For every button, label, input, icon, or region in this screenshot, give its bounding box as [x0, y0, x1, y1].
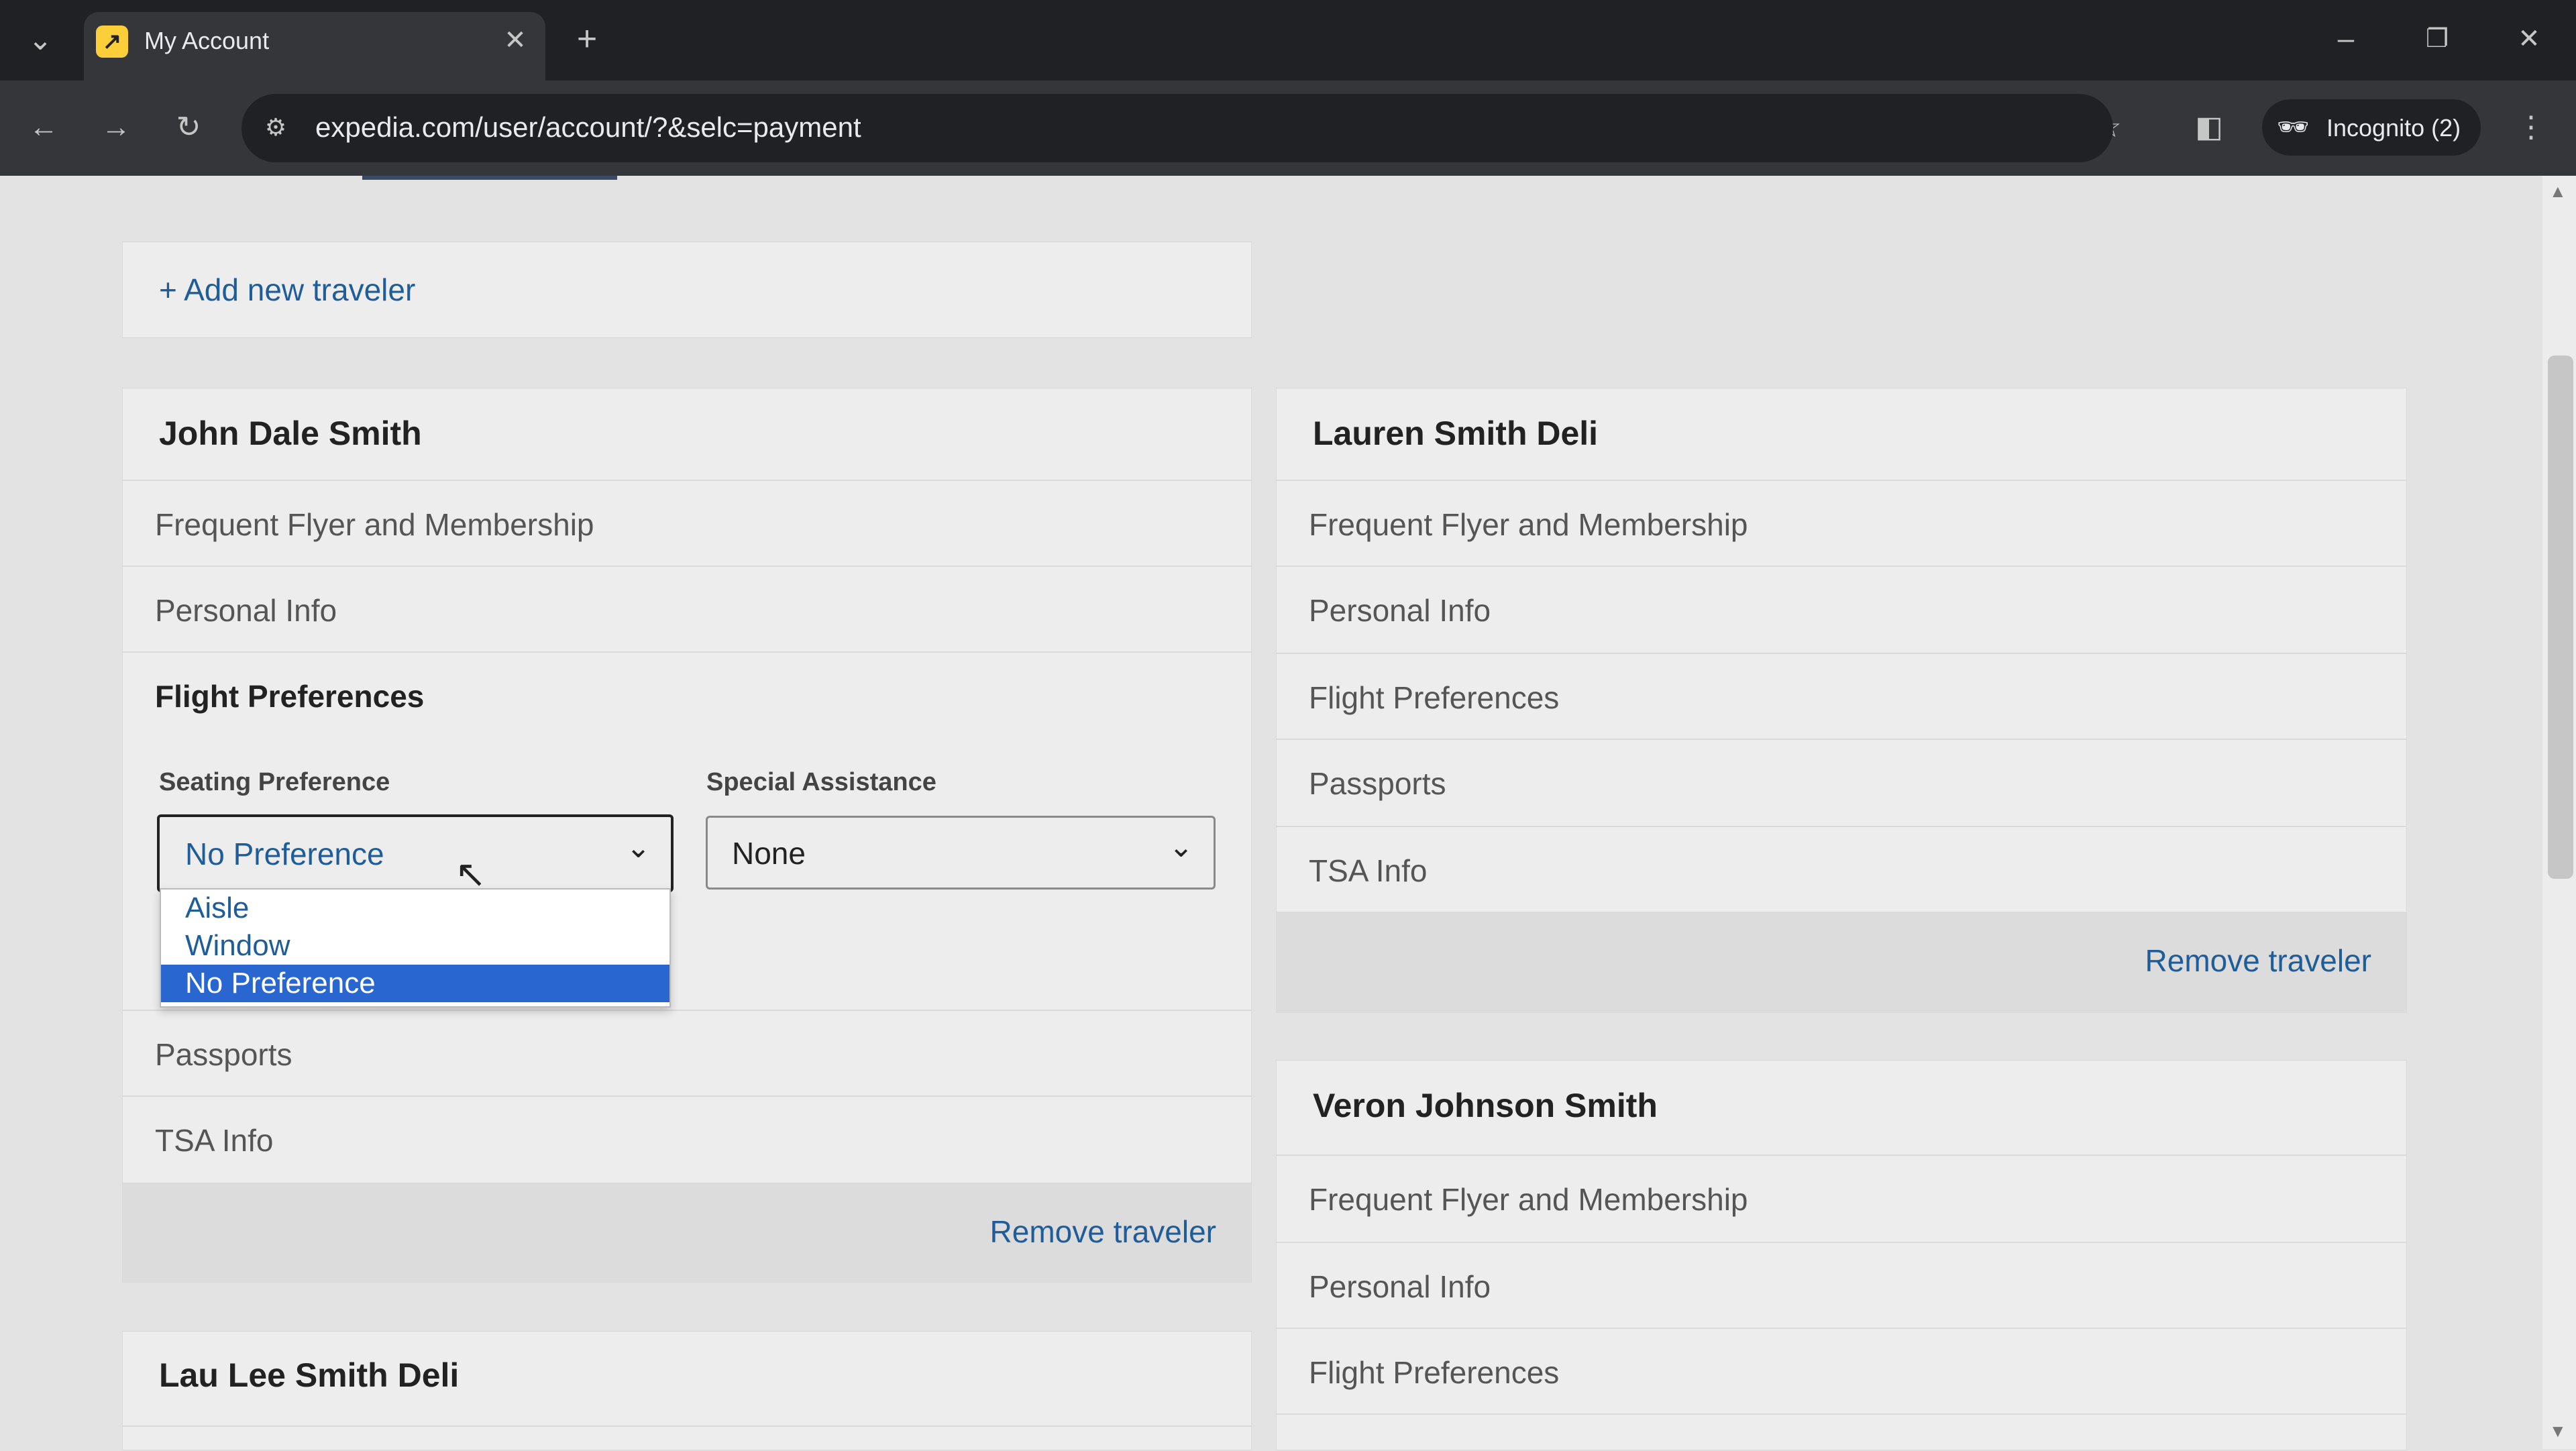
card-footer: Remove traveler	[123, 1183, 1251, 1282]
close-tab-icon[interactable]: ✕	[492, 20, 539, 60]
menu-icon[interactable]: ⋮	[2508, 107, 2555, 148]
special-assistance-select[interactable]: None ⌄	[706, 816, 1216, 890]
section-passports-partial[interactable]	[1277, 1413, 2406, 1451]
option-aisle[interactable]: Aisle	[161, 890, 669, 927]
tab-indicator	[362, 176, 617, 180]
forward-icon[interactable]: →	[93, 107, 140, 148]
scroll-up-icon[interactable]: ▲	[2549, 181, 2567, 202]
side-panel-icon[interactable]: ◧	[2186, 107, 2233, 148]
site-info-icon[interactable]: ⚙	[252, 107, 299, 148]
traveler-card-lauren: Lauren Smith Deli Frequent Flyer and Mem…	[1276, 388, 2407, 1013]
section-frequent-flyer[interactable]: Frequent Flyer and Membership	[1277, 1154, 2406, 1240]
browser-titlebar: ⌄ ↗ My Account ✕ + – ❐ ✕	[0, 0, 2576, 80]
restore-icon[interactable]: ❐	[2414, 19, 2461, 59]
section-tsa-info[interactable]: TSA Info	[123, 1095, 1251, 1181]
traveler-name: Veron Johnson Smith	[1313, 1087, 1658, 1124]
seating-preference-select[interactable]: No Preference ⌄	[157, 814, 674, 892]
section-passports[interactable]: Passports	[123, 1010, 1251, 1095]
section-tsa-info[interactable]: TSA Info	[1277, 826, 2406, 912]
card-footer: Remove traveler	[1277, 912, 2406, 1012]
traveler-name: Lau Lee Smith Deli	[159, 1356, 460, 1394]
incognito-badge[interactable]: 🕶 Incognito (2)	[2262, 99, 2481, 156]
incognito-icon: 🕶	[2277, 113, 2310, 142]
tab-title: My Account	[144, 27, 270, 54]
reload-icon[interactable]: ↻	[165, 107, 212, 148]
seating-dropdown-menu: Aisle Window No Preference	[160, 888, 671, 1008]
remove-traveler-link[interactable]: Remove traveler	[2145, 943, 2371, 979]
tab-search-icon[interactable]: ⌄	[17, 20, 64, 60]
traveler-card-lau: Lau Lee Smith Deli	[122, 1331, 1252, 1450]
chevron-down-icon: ⌄	[626, 831, 651, 864]
chevron-down-icon: ⌄	[1169, 830, 1193, 863]
traveler-name: John Dale Smith	[159, 415, 422, 452]
traveler-name: Lauren Smith Deli	[1313, 415, 1599, 452]
section-flight-preferences[interactable]: Flight Preferences	[1277, 1328, 2406, 1413]
section-frequent-flyer[interactable]: Frequent Flyer and Membership	[123, 480, 1251, 566]
section-passports[interactable]: Passports	[1277, 739, 2406, 824]
close-window-icon[interactable]: ✕	[2506, 19, 2553, 59]
section-personal-info[interactable]: Personal Info	[1277, 1242, 2406, 1328]
special-assistance-label: Special Assistance	[706, 768, 936, 796]
option-window[interactable]: Window	[161, 927, 669, 965]
expedia-favicon-icon: ↗	[96, 25, 128, 58]
add-new-traveler-link[interactable]: + Add new traveler	[159, 272, 415, 308]
back-icon[interactable]: ←	[20, 107, 67, 148]
section-flight-preferences[interactable]: Flight Preferences	[1277, 653, 2406, 739]
remove-traveler-link[interactable]: Remove traveler	[990, 1214, 1216, 1250]
minimize-icon[interactable]: –	[2322, 19, 2369, 59]
section-frequent-flyer[interactable]: Frequent Flyer and Membership	[1277, 480, 2406, 566]
section-personal-info[interactable]: Personal Info	[1277, 566, 2406, 651]
option-no-preference[interactable]: No Preference	[161, 965, 669, 1002]
add-traveler-card: + Add new traveler	[122, 241, 1252, 338]
section-personal-info[interactable]: Personal Info	[123, 566, 1251, 651]
section-partial	[123, 1426, 1251, 1451]
scrollbar-thumb[interactable]	[2548, 356, 2573, 879]
seating-preference-label: Seating Preference	[159, 768, 390, 796]
incognito-label: Incognito (2)	[2326, 114, 2461, 142]
new-tab-icon[interactable]: +	[564, 19, 610, 59]
mouse-cursor-icon: ↖	[455, 853, 486, 895]
traveler-card-veron: Veron Johnson Smith Frequent Flyer and M…	[1276, 1060, 2407, 1450]
url-text[interactable]: expedia.com/user/account/?&selc=payment	[315, 111, 861, 144]
scroll-down-icon[interactable]: ▼	[2549, 1421, 2567, 1442]
